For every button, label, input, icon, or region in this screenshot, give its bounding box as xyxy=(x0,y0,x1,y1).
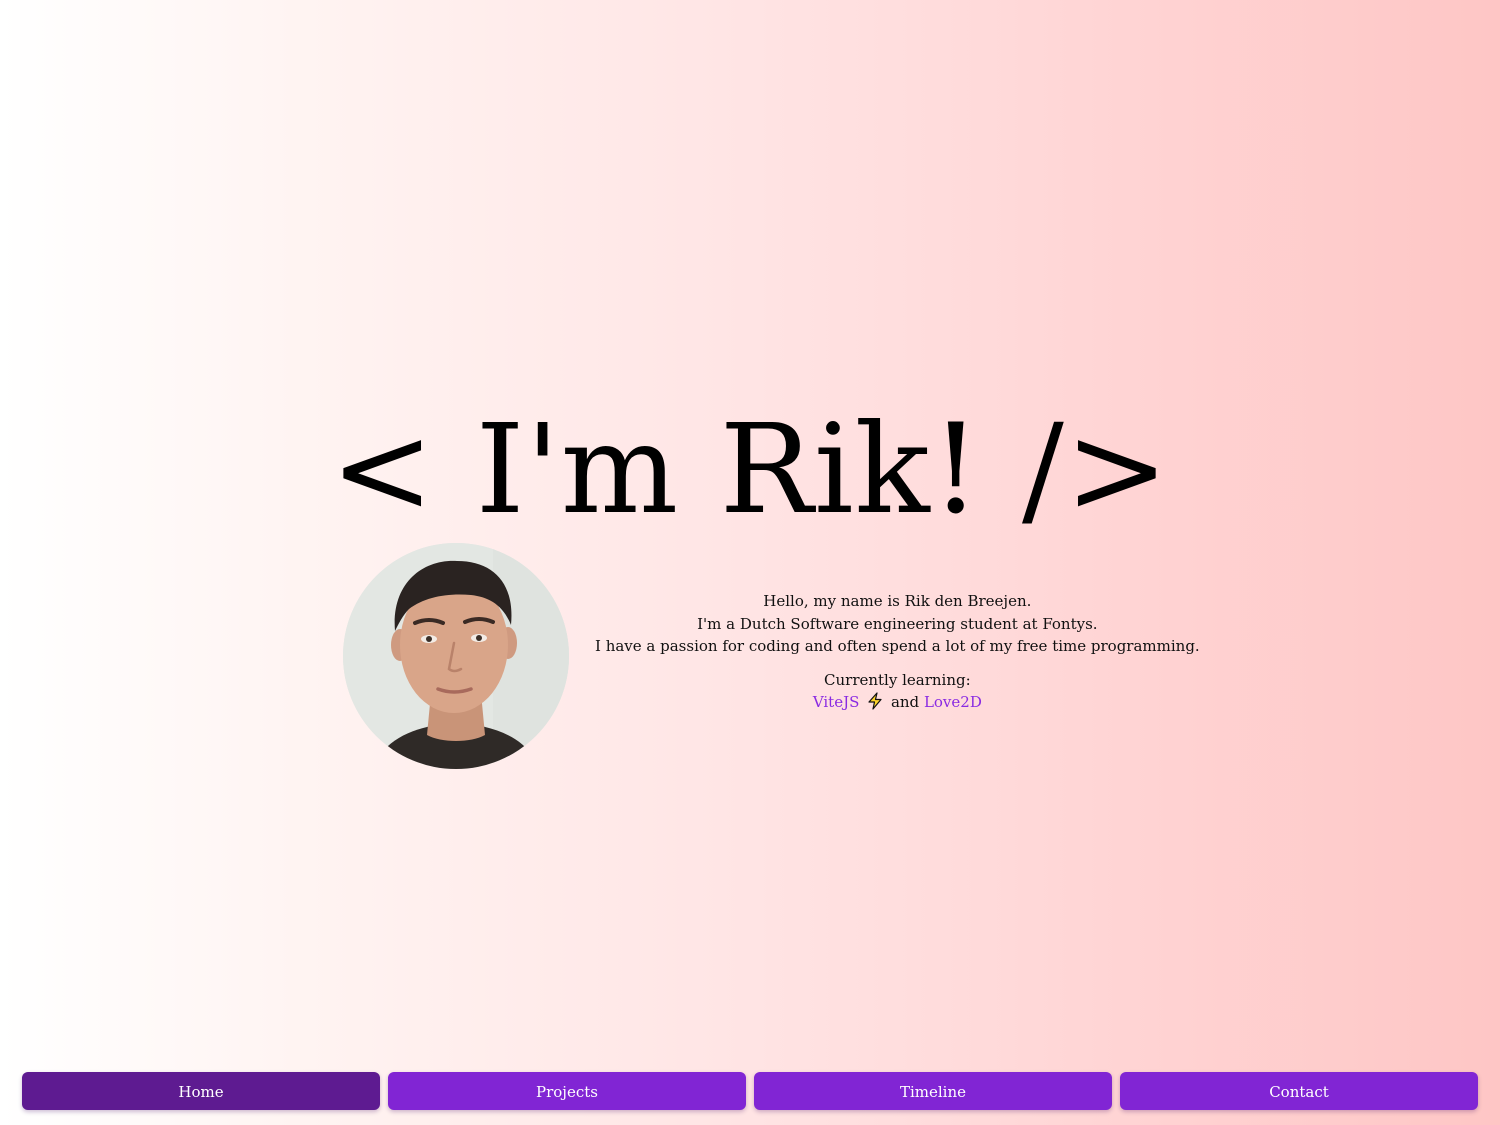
profile-photo xyxy=(343,543,569,769)
nav-contact-button[interactable]: Contact xyxy=(1120,1072,1478,1110)
about-section: Hello, my name is Rik den Breejen. I'm a… xyxy=(343,543,1200,769)
vitejs-link[interactable]: ViteJS xyxy=(813,693,860,711)
bio-line-1: Hello, my name is Rik den Breejen. xyxy=(763,592,1032,611)
nav-timeline-button[interactable]: Timeline xyxy=(754,1072,1112,1110)
bio-line-2: I'm a Dutch Software engineering student… xyxy=(697,614,1098,633)
bio-line-3: I have a passion for coding and often sp… xyxy=(595,637,1200,656)
lightning-bolt-icon xyxy=(866,692,884,717)
nav-projects-button[interactable]: Projects xyxy=(388,1072,746,1110)
learning-label: Currently learning: xyxy=(824,670,971,689)
learning-list: ViteJS and Love2D xyxy=(595,691,1200,717)
hero-title: < I'm Rik! /> xyxy=(330,398,1170,543)
bio-text: Hello, my name is Rik den Breejen. I'm a… xyxy=(569,590,1200,717)
avatar xyxy=(343,543,569,769)
bottom-nav: Home Projects Timeline Contact xyxy=(22,1072,1478,1110)
nav-home-button[interactable]: Home xyxy=(22,1072,380,1110)
love2d-link[interactable]: Love2D xyxy=(924,693,982,711)
learning-connector: and xyxy=(890,693,920,712)
